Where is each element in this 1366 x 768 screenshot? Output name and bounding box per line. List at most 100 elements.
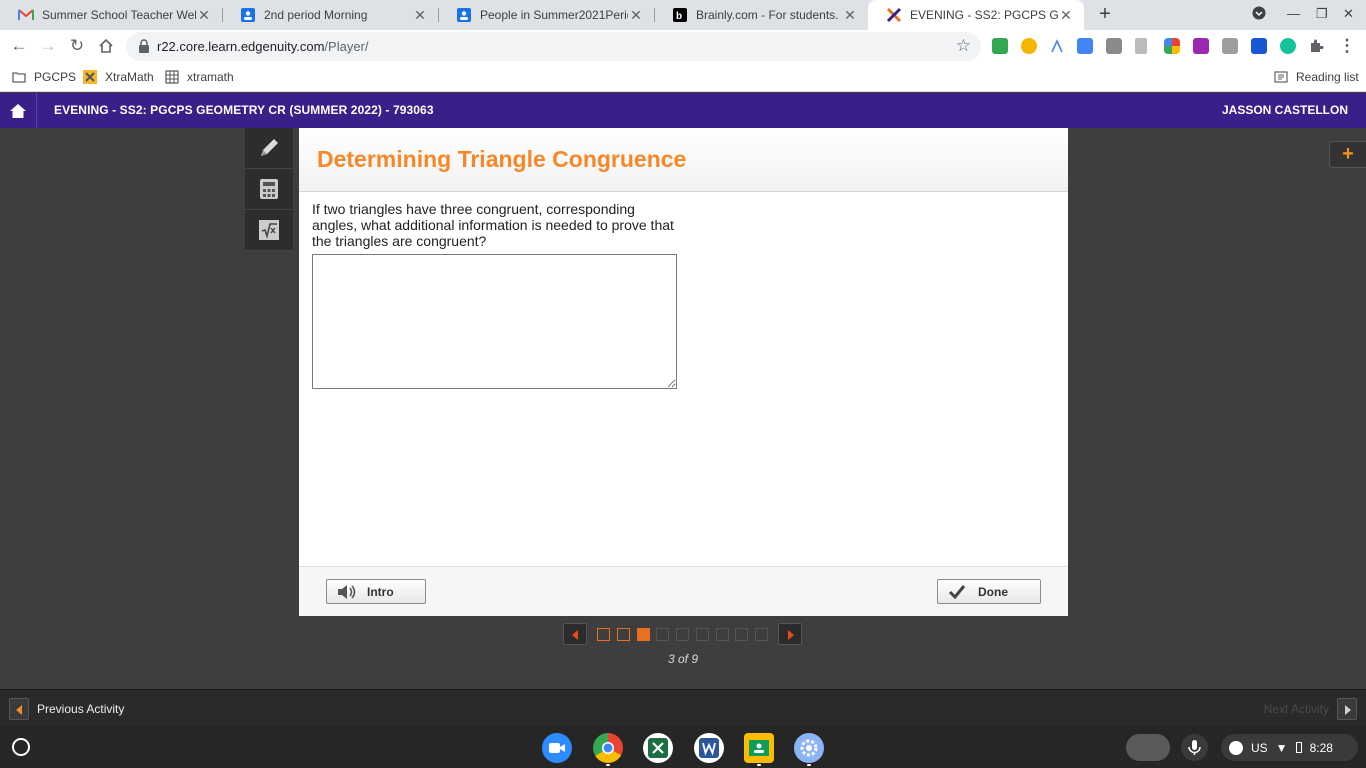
previous-activity-label: Previous Activity [37, 702, 125, 716]
page-indicator[interactable] [637, 628, 650, 641]
browser-toolbar: ← → ↻ r22.core.learn.edgenuity.com/Playe… [0, 30, 1366, 63]
home-icon[interactable] [95, 35, 117, 57]
extension-icon[interactable] [1222, 38, 1238, 54]
launcher-icon[interactable] [12, 738, 30, 756]
page-indicator[interactable] [617, 628, 630, 641]
page-indicator[interactable] [676, 628, 689, 641]
back-icon[interactable]: ← [8, 35, 30, 57]
url-path: /Player/ [324, 39, 369, 54]
brainly-icon: b [672, 7, 688, 23]
formula-tool[interactable] [245, 210, 293, 251]
address-bar[interactable]: r22.core.learn.edgenuity.com/Player/ ☆ [126, 32, 981, 61]
calculator-tool[interactable] [245, 169, 293, 210]
new-tab-icon[interactable]: + [1094, 3, 1116, 26]
intro-button[interactable]: Intro [326, 579, 426, 604]
intro-label: Intro [367, 584, 394, 599]
menu-icon[interactable]: ⋮ [1336, 35, 1358, 57]
url-text: r22.core.learn.edgenuity.com/Player/ [157, 39, 369, 54]
extension-icon[interactable] [1251, 38, 1267, 54]
edgenuity-icon [886, 7, 902, 23]
activity-footer: Intro Done [299, 566, 1068, 616]
minimize-icon[interactable]: — [1287, 6, 1300, 21]
notification-icon [1229, 740, 1243, 755]
reload-icon[interactable]: ↻ [66, 35, 88, 57]
tab-people[interactable]: People in Summer2021Period2 ✕ [438, 0, 654, 30]
microphone-icon[interactable] [1181, 734, 1208, 761]
next-activity-button[interactable]: Next Activity [1264, 698, 1357, 720]
word-icon[interactable] [694, 733, 724, 763]
bookmark-label: XtraMath [105, 70, 154, 84]
restore-icon[interactable]: ❐ [1316, 6, 1328, 22]
extensions-puzzle-icon[interactable] [1308, 38, 1324, 54]
extension-icon[interactable] [1193, 38, 1209, 54]
extension-icon[interactable] [1106, 38, 1122, 54]
bookmarks-bar: PGCPS XtraMath xtramath Reading list [0, 63, 1366, 92]
excel-icon[interactable] [643, 733, 673, 763]
page-indicator[interactable] [755, 628, 768, 641]
next-frame-button[interactable] [778, 623, 802, 645]
clock: 8:28 [1309, 740, 1333, 755]
bookmark-pgcps[interactable]: PGCPS [12, 68, 76, 86]
checkmark-icon [948, 584, 968, 600]
status-tray[interactable]: US ▼ 8:28 [1221, 734, 1358, 761]
chevron-right-icon [1337, 698, 1357, 720]
close-tab-icon[interactable]: ✕ [842, 7, 858, 24]
expand-tools-button[interactable]: + [1329, 141, 1366, 168]
zoom-icon[interactable] [542, 733, 572, 763]
next-activity-label: Next Activity [1263, 702, 1329, 716]
page-indicator[interactable] [696, 628, 709, 641]
reading-list-button[interactable]: Reading list [1274, 68, 1359, 86]
page-indicator[interactable] [597, 628, 610, 641]
tab-brainly[interactable]: b Brainly.com - For students. By st ✕ [654, 0, 868, 30]
reading-list-label: Reading list [1296, 70, 1359, 84]
browser-tab-bar: Summer School Teacher Welcom ✕ 2nd perio… [0, 0, 1366, 30]
classroom-app-icon[interactable] [744, 733, 774, 763]
answer-textarea[interactable] [312, 254, 677, 389]
home-button[interactable] [0, 93, 37, 128]
forward-icon[interactable]: → [37, 35, 59, 57]
done-button[interactable]: Done [937, 579, 1041, 604]
extension-icon[interactable] [1164, 38, 1180, 54]
grammarly-icon[interactable] [1280, 38, 1296, 54]
previous-activity-button[interactable]: Previous Activity [9, 698, 124, 720]
running-indicator [606, 764, 610, 766]
tab-2nd-period[interactable]: 2nd period Morning ✕ [222, 0, 438, 30]
page-indicator[interactable] [735, 628, 748, 641]
close-tab-icon[interactable]: ✕ [412, 7, 428, 24]
activity-title: Determining Triangle Congruence [317, 146, 687, 172]
running-indicator [807, 764, 811, 766]
done-label: Done [978, 584, 1008, 599]
translate-extension-icon[interactable] [1077, 38, 1093, 54]
tab-search-icon[interactable] [1252, 6, 1266, 23]
close-window-icon[interactable]: ✕ [1343, 6, 1354, 22]
xtramath-icon [83, 70, 97, 84]
page-indicator[interactable] [656, 628, 669, 641]
previous-frame-button[interactable] [563, 623, 587, 645]
running-indicator [757, 764, 761, 766]
activity-panel: Determining Triangle Congruence If two t… [299, 128, 1068, 616]
extension-icon[interactable] [1135, 38, 1147, 54]
bookmark-star-icon[interactable]: ☆ [956, 36, 971, 56]
folder-icon [12, 70, 26, 84]
settings-icon[interactable] [794, 733, 824, 763]
tab-gmail[interactable]: Summer School Teacher Welcom ✕ [0, 0, 222, 30]
bookmark-xtramath-2[interactable]: xtramath [165, 68, 234, 86]
tab-edgenuity-active[interactable]: EVENING - SS2: PGCPS GEOMET ✕ [868, 0, 1084, 30]
close-tab-icon[interactable]: ✕ [628, 7, 644, 24]
pencil-tool[interactable] [245, 128, 293, 169]
chrome-icon[interactable] [593, 733, 623, 763]
calculator-icon [260, 179, 278, 199]
bookmark-label: xtramath [187, 70, 234, 84]
bookmark-xtramath[interactable]: XtraMath [83, 68, 154, 86]
holding-space-icon[interactable] [1126, 734, 1170, 761]
close-tab-icon[interactable]: ✕ [196, 7, 212, 24]
extension-icon[interactable] [1021, 38, 1037, 54]
close-tab-icon[interactable]: ✕ [1058, 7, 1074, 24]
page-indicator[interactable] [716, 628, 729, 641]
user-name[interactable]: JASSON CASTELLON [1222, 103, 1348, 117]
page-count: 3 of 9 [667, 652, 699, 666]
bookmark-label: PGCPS [34, 70, 77, 84]
tab-title: Summer School Teacher Welcom [42, 8, 196, 22]
classroom-extension-icon[interactable] [992, 38, 1008, 54]
extension-icon[interactable] [1049, 38, 1065, 54]
